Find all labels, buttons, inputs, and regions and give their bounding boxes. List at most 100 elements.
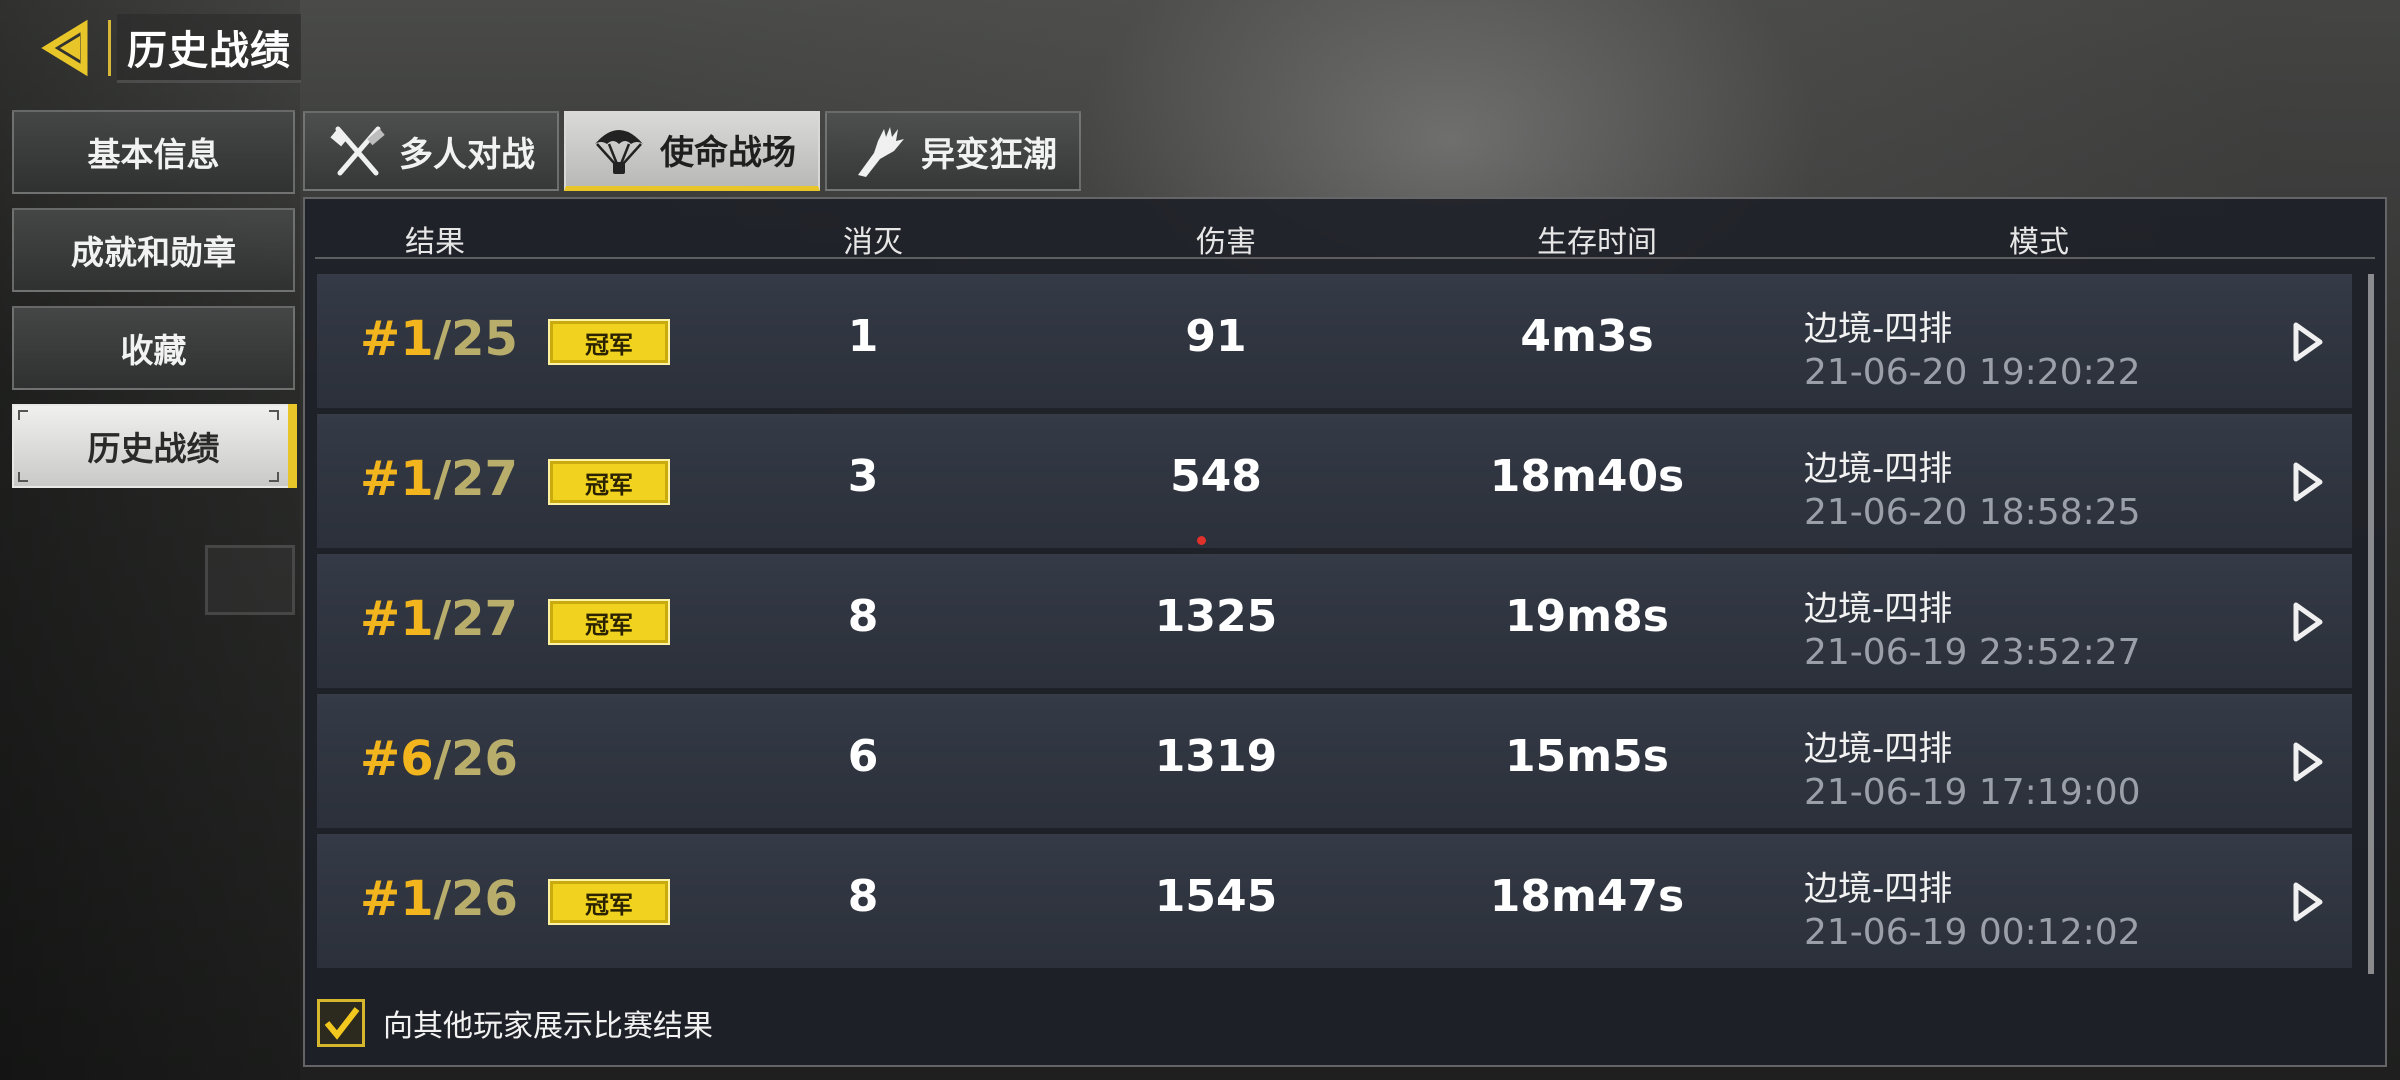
background-prop <box>205 545 295 615</box>
match-time: 21-06-19 23:52:27 <box>1804 632 2141 673</box>
rank: #1/27 <box>360 591 518 647</box>
damage-value: 548 <box>1170 451 1262 502</box>
play-arrow-icon[interactable] <box>2290 459 2326 505</box>
mode-name: 边境-四排 <box>1804 729 1953 769</box>
damage-value: 1319 <box>1154 731 1278 782</box>
damage-value: 1325 <box>1154 591 1278 642</box>
scrollbar[interactable] <box>2368 274 2374 974</box>
kills-value: 8 <box>847 871 879 922</box>
match-time: 21-06-20 19:20:22 <box>1804 352 2141 393</box>
mode-info: 边境-四排 21-06-20 18:58:25 <box>1804 441 2141 533</box>
corner-mark <box>18 472 28 482</box>
kills-value: 3 <box>847 451 879 502</box>
mode-name: 边境-四排 <box>1804 309 1953 349</box>
player-count: /25 <box>433 311 518 367</box>
show-results-option[interactable]: 向其他玩家展示比赛结果 <box>317 999 713 1047</box>
play-arrow-icon[interactable] <box>2290 739 2326 785</box>
table-row[interactable]: #1/27 冠军 3 548 18m40s 边境-四排 21-06-20 18:… <box>317 414 2352 548</box>
crossed-weapons-icon <box>325 123 391 179</box>
placement: #6 <box>360 731 434 787</box>
match-time: 21-06-20 18:58:25 <box>1804 492 2141 533</box>
sidebar-item-achievements[interactable]: 成就和勋章 <box>12 208 295 292</box>
parachute-icon <box>586 122 652 178</box>
sidebar: 基本信息 成就和勋章 收藏 历史战绩 <box>12 110 297 502</box>
match-time: 21-06-19 00:12:02 <box>1804 912 2141 953</box>
column-header-damage: 伤害 <box>1196 225 1256 260</box>
sidebar-item-label: 收藏 <box>120 331 187 370</box>
tab-label: 异变狂潮 <box>921 134 1057 175</box>
table-row[interactable]: #1/26 冠军 8 1545 18m47s 边境-四排 21-06-19 00… <box>317 834 2352 968</box>
play-arrow-icon[interactable] <box>2290 319 2326 365</box>
mode-info: 边境-四排 21-06-19 23:52:27 <box>1804 581 2141 673</box>
placement: #1 <box>360 871 434 927</box>
sidebar-item-collection[interactable]: 收藏 <box>12 306 295 390</box>
notification-dot <box>1197 536 1206 545</box>
mode-name: 边境-四排 <box>1804 869 1953 909</box>
header-divider <box>108 20 111 76</box>
rank: #6/26 <box>360 731 518 787</box>
rank: #1/26 <box>360 871 518 927</box>
survival-value: 15m5s <box>1505 731 1669 782</box>
match-history-panel: 结果 消灭 伤害 生存时间 模式 #1/25 冠军 1 91 4m3s 边境-四… <box>303 197 2387 1067</box>
header: 历史战绩 <box>38 13 301 83</box>
sidebar-item-label: 历史战绩 <box>87 429 220 468</box>
column-header-mode: 模式 <box>2009 225 2069 260</box>
show-results-checkbox[interactable] <box>317 999 365 1047</box>
damage-value: 1545 <box>1154 871 1278 922</box>
champion-badge: 冠军 <box>548 459 670 505</box>
match-list: #1/25 冠军 1 91 4m3s 边境-四排 21-06-20 19:20:… <box>317 274 2352 974</box>
player-count: /26 <box>433 731 518 787</box>
mode-name: 边境-四排 <box>1804 589 1953 629</box>
corner-mark <box>269 410 279 420</box>
mode-info: 边境-四排 21-06-19 00:12:02 <box>1804 861 2141 953</box>
play-arrow-icon[interactable] <box>2290 599 2326 645</box>
placement: #1 <box>360 451 434 507</box>
kills-value: 1 <box>847 311 879 362</box>
kills-value: 8 <box>847 591 879 642</box>
table-row[interactable]: #6/26 6 1319 15m5s 边境-四排 21-06-19 17:19:… <box>317 694 2352 828</box>
tab-label: 多人对战 <box>399 134 535 175</box>
champion-badge: 冠军 <box>548 879 670 925</box>
table-header: 结果 消灭 伤害 生存时间 模式 <box>315 209 2375 260</box>
column-header-kills: 消灭 <box>843 225 903 260</box>
champion-badge: 冠军 <box>548 319 670 365</box>
tab-zombies[interactable]: 异变狂潮 <box>825 111 1081 191</box>
play-arrow-icon[interactable] <box>2290 879 2326 925</box>
sidebar-item-label: 成就和勋章 <box>71 233 236 272</box>
column-header-result: 结果 <box>405 225 465 260</box>
kills-value: 6 <box>847 731 879 782</box>
player-count: /27 <box>433 591 518 647</box>
rank: #1/27 <box>360 451 518 507</box>
column-header-survival: 生存时间 <box>1537 225 1657 260</box>
mode-name: 边境-四排 <box>1804 449 1953 489</box>
player-count: /26 <box>433 871 518 927</box>
mode-info: 边境-四排 21-06-20 19:20:22 <box>1804 301 2141 393</box>
back-button[interactable] <box>38 16 102 80</box>
player-count: /27 <box>433 451 518 507</box>
back-arrow-icon <box>41 19 88 77</box>
checkmark-icon <box>324 1007 360 1040</box>
page-title: 历史战绩 <box>117 13 301 83</box>
survival-value: 4m3s <box>1520 311 1654 362</box>
mode-info: 边境-四排 21-06-19 17:19:00 <box>1804 721 2141 813</box>
tab-battle-royale[interactable]: 使命战场 <box>564 111 820 191</box>
champion-badge: 冠军 <box>548 599 670 645</box>
sidebar-item-basic-info[interactable]: 基本信息 <box>12 110 295 194</box>
sidebar-item-match-history[interactable]: 历史战绩 <box>12 404 297 488</box>
show-results-label: 向其他玩家展示比赛结果 <box>383 1009 713 1044</box>
placement: #1 <box>360 311 434 367</box>
survival-value: 18m40s <box>1489 451 1685 502</box>
sidebar-item-label: 基本信息 <box>87 135 220 174</box>
table-row[interactable]: #1/25 冠军 1 91 4m3s 边境-四排 21-06-20 19:20:… <box>317 274 2352 408</box>
table-row[interactable]: #1/27 冠军 8 1325 19m8s 边境-四排 21-06-19 23:… <box>317 554 2352 688</box>
survival-value: 19m8s <box>1505 591 1669 642</box>
corner-mark <box>18 410 28 420</box>
claw-arm-icon <box>847 123 913 179</box>
placement: #1 <box>360 591 434 647</box>
mode-tabs: 多人对战 使命战场 异变狂潮 <box>303 111 1081 191</box>
tab-label: 使命战场 <box>660 133 796 173</box>
tab-multiplayer[interactable]: 多人对战 <box>303 111 559 191</box>
damage-value: 91 <box>1185 311 1247 362</box>
rank: #1/25 <box>360 311 518 367</box>
survival-value: 18m47s <box>1489 871 1685 922</box>
